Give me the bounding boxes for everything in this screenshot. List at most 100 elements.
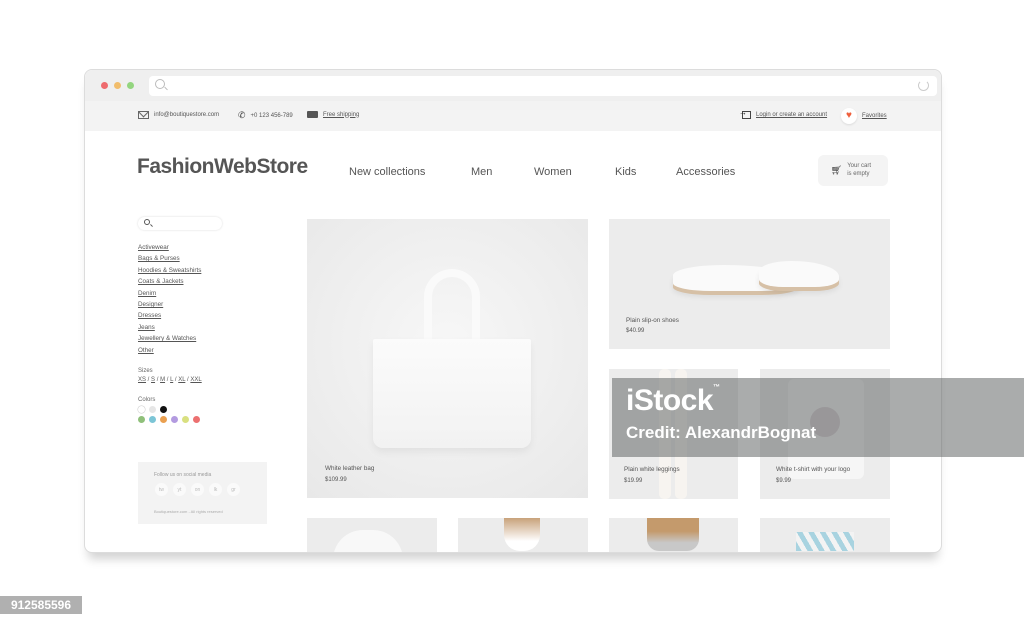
color-swatch[interactable]	[138, 415, 145, 423]
product-card-bag[interactable]: White leather bag $109.99	[307, 219, 588, 498]
category-list: Activewear Bags & Purses Hoodies & Sweat…	[138, 244, 268, 358]
nav-accessories[interactable]: Accessories	[676, 166, 735, 178]
maximize-window-button[interactable]	[127, 82, 134, 89]
top-info-bar: info@boutiquestore.com ✆ +0 123 456-789 …	[85, 101, 941, 131]
hoodie-image	[333, 530, 403, 552]
stock-id-badge: 912585596	[0, 596, 82, 614]
social-tw-icon[interactable]: tw	[155, 483, 168, 496]
login-icon	[739, 108, 751, 119]
nav-new-collections[interactable]: New collections	[349, 166, 425, 178]
search-icon	[155, 79, 165, 89]
product-price: $19.99	[624, 478, 643, 484]
category-link[interactable]: Designer	[138, 301, 268, 312]
product-card-sweater[interactable]	[609, 518, 738, 552]
model-image	[504, 518, 540, 551]
size-option[interactable]: XL	[178, 377, 185, 383]
size-option[interactable]: L	[170, 377, 173, 383]
nav-kids[interactable]: Kids	[615, 166, 636, 178]
category-link[interactable]: Dresses	[138, 312, 268, 323]
color-swatch[interactable]	[138, 405, 145, 413]
cart-status-line1: Your cart	[847, 163, 872, 169]
mail-icon	[138, 111, 149, 119]
color-swatch[interactable]	[160, 415, 167, 423]
shoe-image	[759, 261, 839, 287]
color-swatch[interactable]	[149, 415, 156, 423]
browser-window: info@boutiquestore.com ✆ +0 123 456-789 …	[84, 69, 942, 553]
model-image	[647, 518, 699, 551]
reload-icon[interactable]	[918, 80, 929, 91]
social-yt-icon[interactable]: yt	[173, 483, 186, 496]
size-option[interactable]: S	[151, 377, 155, 383]
nav-women[interactable]: Women	[534, 166, 572, 178]
size-option[interactable]: M	[160, 377, 165, 383]
color-swatches-row-1	[138, 405, 268, 413]
cart-status: Your cart is empty	[847, 163, 875, 178]
category-link[interactable]: Jeans	[138, 324, 268, 335]
category-link[interactable]: Hoodies & Sweatshirts	[138, 267, 268, 278]
site-logo[interactable]: FashionWebStore	[137, 155, 308, 179]
size-options: XS / S / M / L / XL / XXL	[138, 376, 202, 383]
color-swatch[interactable]	[182, 415, 189, 423]
browser-titlebar	[85, 70, 941, 101]
site-header: FashionWebStore New collections Men Wome…	[85, 131, 941, 201]
social-icons: tw yt on lk gr	[155, 483, 240, 496]
product-name: White leather bag	[325, 465, 375, 472]
truck-icon	[307, 111, 318, 118]
watermark-brand-text: iStock	[626, 384, 714, 417]
heart-icon: ♥	[841, 108, 857, 124]
product-name: Plain slip-on shoes	[626, 317, 679, 324]
phone-contact[interactable]: ✆ +0 123 456-789	[238, 111, 293, 120]
category-link[interactable]: Coats & Jackets	[138, 278, 268, 289]
copyright: Boutiquestore.com - All rights reserved	[154, 509, 223, 514]
category-link[interactable]: Denim	[138, 290, 268, 301]
product-name: Plain white leggings	[624, 466, 680, 473]
favorites-link[interactable]: ♥ Favorites	[841, 108, 887, 124]
product-card-shoes[interactable]: Plain slip-on shoes $40.99	[609, 219, 890, 349]
close-window-button[interactable]	[101, 82, 108, 89]
cart-icon: 🛒︎	[830, 165, 843, 175]
cart-button[interactable]: 🛒︎ Your cart is empty	[818, 155, 888, 186]
favorites-text: Favorites	[862, 113, 887, 119]
category-link[interactable]: Activewear	[138, 244, 268, 255]
nav-men[interactable]: Men	[471, 166, 492, 178]
social-media-box: Follow us on social media tw yt on lk gr…	[138, 462, 267, 524]
social-on-icon[interactable]: on	[191, 483, 204, 496]
product-name: White t-shirt with your logo	[776, 466, 851, 473]
product-card-hoodie[interactable]	[307, 518, 437, 552]
product-card-shirt[interactable]	[458, 518, 588, 552]
email-contact[interactable]: info@boutiquestore.com	[138, 111, 219, 119]
watermark-banner: iStock™ Credit: AlexandrBognat	[612, 378, 1024, 457]
size-option[interactable]: XS	[138, 377, 146, 383]
category-link[interactable]: Bags & Purses	[138, 255, 268, 266]
color-swatch[interactable]	[149, 405, 156, 413]
free-shipping-link[interactable]: Free shipping	[307, 111, 359, 118]
sidebar-search-input[interactable]	[138, 217, 222, 230]
minimize-window-button[interactable]	[114, 82, 121, 89]
category-link[interactable]: Jewellery & Watches	[138, 335, 268, 346]
login-text: Login or create an account	[756, 112, 828, 118]
social-gr-icon[interactable]: gr	[227, 483, 240, 496]
login-link[interactable]: Login or create an account	[739, 108, 828, 119]
social-lk-icon[interactable]: lk	[209, 483, 222, 496]
bag-image	[373, 339, 531, 448]
product-price: $9.99	[776, 478, 792, 484]
color-swatch[interactable]	[171, 415, 178, 423]
product-card-striped[interactable]	[760, 518, 890, 552]
email-text: info@boutiquestore.com	[154, 112, 220, 118]
product-price: $40.99	[626, 328, 645, 334]
size-option[interactable]: XXL	[190, 377, 201, 383]
color-swatch[interactable]	[160, 405, 167, 413]
phone-text: +0 123 456-789	[250, 112, 293, 119]
search-icon	[144, 219, 150, 225]
shipping-text: Free shipping	[323, 111, 360, 118]
category-link[interactable]: Other	[138, 347, 268, 358]
watermark-brand: iStock™	[626, 384, 720, 418]
address-bar[interactable]	[149, 76, 937, 96]
sizes-label: Sizes	[138, 367, 153, 374]
color-swatches-row-2	[138, 415, 268, 423]
stage: info@boutiquestore.com ✆ +0 123 456-789 …	[0, 0, 1024, 626]
product-price: $109.99	[325, 477, 347, 483]
color-swatch[interactable]	[193, 415, 200, 423]
bag-image-handle	[424, 269, 480, 339]
cart-status-line2: is empty	[847, 170, 870, 177]
